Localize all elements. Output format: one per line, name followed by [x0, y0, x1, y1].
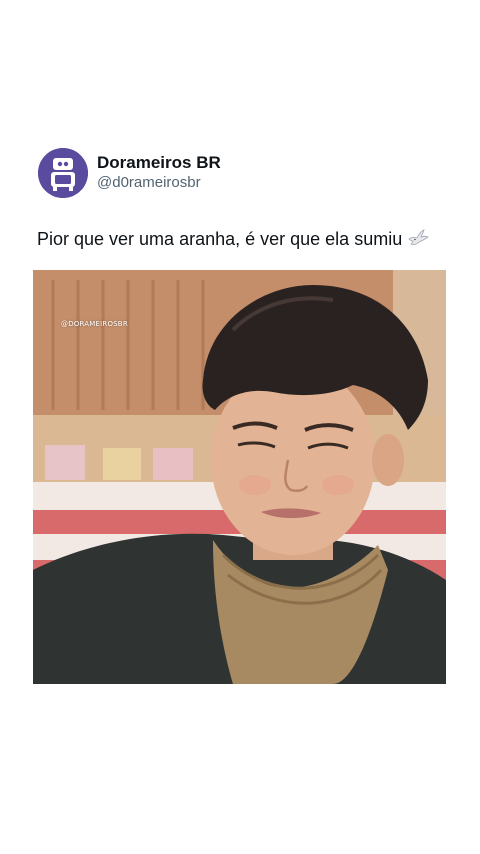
- tweet-text: Pior que ver uma aranha, é ver que ela s…: [37, 229, 403, 249]
- avatar[interactable]: [38, 148, 88, 198]
- media-watermark: @DORAMEIROSBR: [61, 320, 128, 328]
- tv-character-avatar-icon: [38, 148, 88, 198]
- author-display-name[interactable]: Dorameiros BR: [97, 153, 221, 173]
- photo-person-squinting-icon: [33, 270, 446, 684]
- tweet-card: Dorameiros BR @d0rameirosbr Pior que ver…: [0, 0, 480, 854]
- author-names: Dorameiros BR @d0rameirosbr: [97, 153, 221, 193]
- author-handle[interactable]: @d0rameirosbr: [97, 173, 221, 193]
- tweet-media-photo[interactable]: @DORAMEIROSBR: [33, 270, 446, 684]
- tweet-header: Dorameiros BR @d0rameirosbr: [38, 148, 221, 198]
- tweet-text-container: Pior que ver uma aranha, é ver que ela s…: [37, 227, 429, 251]
- dove-icon: [407, 228, 429, 248]
